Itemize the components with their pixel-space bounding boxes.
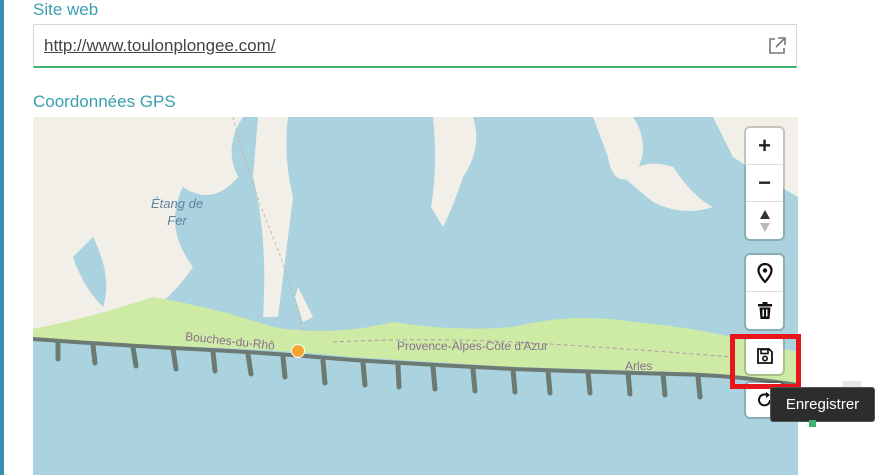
save-highlight-box: [730, 334, 801, 389]
trash-icon: [757, 301, 772, 319]
location-marker[interactable]: [291, 344, 305, 358]
map-label-etang-line2: Fer: [167, 213, 187, 228]
map-label-region: Provence-Alpes-Côte d'Azur: [397, 339, 549, 353]
website-label: Site web: [33, 0, 99, 19]
website-field[interactable]: http://www.toulonplongee.com/: [33, 24, 797, 68]
draw-controls: [746, 255, 783, 329]
zoom-out-icon: −: [758, 170, 771, 195]
compass-icon: [759, 209, 770, 232]
gps-map[interactable]: Étang de Fer Bouches-du-Rhô Provence-Alp…: [33, 117, 798, 475]
gps-label: Coordonnées GPS: [33, 92, 176, 111]
map-label-etang: Étang de Fer: [151, 195, 203, 229]
map-label-etang-line1: Étang de: [151, 196, 204, 211]
zoom-in-button[interactable]: +: [746, 128, 783, 165]
map-label-city: Arles: [625, 359, 653, 373]
zoom-controls: + −: [746, 128, 783, 239]
external-link-icon[interactable]: [766, 35, 788, 57]
zoom-out-button[interactable]: −: [746, 165, 783, 202]
reset-north-button[interactable]: [746, 202, 783, 239]
map-tiles: [33, 117, 798, 475]
save-tooltip: Enregistrer: [771, 388, 874, 421]
marker-icon: [756, 263, 773, 283]
tooltip-anchor-dot: [809, 420, 816, 427]
delete-marker-button[interactable]: [746, 292, 783, 329]
left-accent-bar: [0, 0, 4, 475]
add-marker-button[interactable]: [746, 255, 783, 292]
website-link[interactable]: http://www.toulonplongee.com/: [44, 36, 276, 56]
zoom-in-icon: +: [758, 133, 771, 158]
